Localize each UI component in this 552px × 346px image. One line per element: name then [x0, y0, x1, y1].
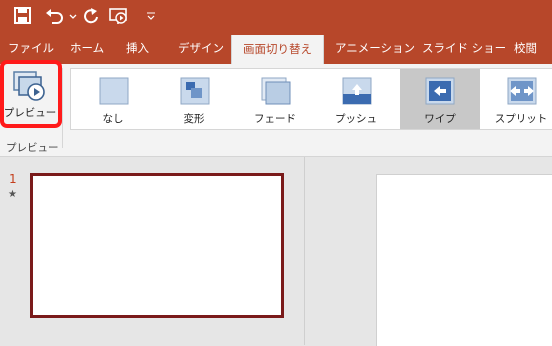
transition-morph-icon: [180, 77, 210, 105]
transition-split-label: スプリット: [494, 113, 548, 125]
ribbon-separator: [62, 68, 63, 148]
transition-fade-label: フェード: [254, 113, 296, 125]
preview-group-label: プレビュー: [6, 142, 59, 154]
tab-home[interactable]: ホーム: [70, 34, 104, 64]
transition-marker-icon: ★: [8, 189, 17, 200]
transition-split-icon: [507, 77, 537, 105]
transition-fade[interactable]: フェード: [245, 69, 305, 129]
transition-none-icon: [99, 77, 129, 105]
tab-transitions[interactable]: 画面切り替え: [231, 35, 324, 65]
ribbon-panel: プレビュー なし 変形 フェード プッシュ ワイプ スプリット: [0, 64, 552, 157]
transition-fade-icon: [261, 77, 291, 105]
transition-morph[interactable]: 変形: [164, 69, 224, 129]
transition-push-label: プッシュ: [335, 113, 377, 125]
quick-access-toolbar: [0, 0, 552, 34]
transition-wipe-label: ワイプ: [424, 113, 456, 125]
transition-wipe[interactable]: ワイプ: [400, 69, 480, 129]
tab-insert[interactable]: 挿入: [126, 34, 149, 64]
redo-icon[interactable]: [80, 6, 102, 26]
preview-highlight-box: [0, 60, 62, 128]
customize-qat-icon[interactable]: [140, 6, 155, 26]
tab-slideshow[interactable]: スライド ショー: [422, 34, 506, 64]
slide-number: 1: [9, 172, 17, 186]
transition-wipe-icon: [425, 77, 455, 105]
transition-none[interactable]: なし: [83, 69, 143, 129]
main-slide-canvas[interactable]: [376, 174, 552, 346]
ribbon-tab-bar: ファイル ホーム 挿入 デザイン 画面切り替え アニメーション スライド ショー…: [0, 34, 552, 65]
transition-push-icon: [342, 77, 372, 105]
transition-push[interactable]: プッシュ: [326, 69, 386, 129]
slide-thumbnail-1[interactable]: [30, 173, 284, 318]
tab-animations[interactable]: アニメーション: [335, 34, 415, 64]
transition-split[interactable]: スプリット: [491, 69, 551, 129]
save-icon[interactable]: [12, 6, 34, 26]
transition-none-label: なし: [102, 113, 124, 125]
transition-gallery: なし 変形 フェード プッシュ ワイプ スプリット: [70, 68, 552, 130]
undo-dropdown-icon[interactable]: [62, 6, 77, 26]
tab-review[interactable]: 校閲: [514, 34, 537, 64]
tab-design[interactable]: デザイン: [178, 34, 224, 64]
transition-morph-label: 変形: [183, 113, 205, 125]
start-slideshow-icon[interactable]: [108, 6, 130, 26]
